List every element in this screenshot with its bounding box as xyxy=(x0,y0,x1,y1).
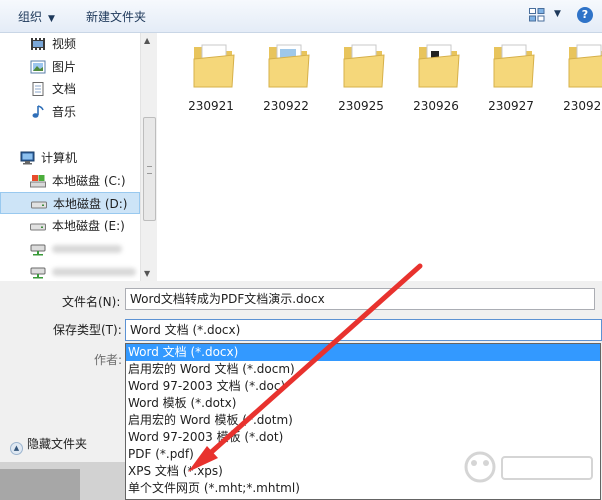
network-drive-icon xyxy=(30,244,46,256)
new-folder-button[interactable]: 新建文件夹 xyxy=(86,8,146,25)
nav-item-drive-e[interactable]: 本地磁盘 (E:) xyxy=(0,215,140,237)
nav-item-label: 本地磁盘 (C:) xyxy=(52,174,126,188)
nav-scrollbar[interactable]: ▲ ▼ xyxy=(140,33,157,281)
background-strip xyxy=(0,469,80,500)
view-options-icon[interactable] xyxy=(529,8,545,22)
scroll-thumb[interactable] xyxy=(143,117,156,221)
file-type-label: 保存类型(T): xyxy=(53,323,122,337)
nav-item-computer[interactable]: 计算机 xyxy=(0,147,140,169)
navigation-pane: 视频 图片 文档 音乐 计算机 本地磁盘 (C:) 本地磁盘 (D:) 本地磁盘… xyxy=(0,33,140,281)
folder-item[interactable]: 230925 xyxy=(328,41,394,121)
redacted-label xyxy=(52,245,122,253)
author-label: 作者: xyxy=(94,353,123,367)
chevron-up-icon: ▲ xyxy=(10,442,23,455)
scroll-up-icon[interactable]: ▲ xyxy=(144,36,150,45)
chevron-down-icon: ▼ xyxy=(48,14,55,24)
nav-item-label: 视频 xyxy=(52,37,77,51)
system-drive-icon xyxy=(30,175,46,188)
nav-item-music[interactable]: 音乐 xyxy=(0,101,140,123)
nav-item-documents[interactable]: 文档 xyxy=(0,78,140,100)
file-type-option[interactable]: Word 97-2003 模板 (*.dot) xyxy=(126,429,600,446)
hide-folders-button[interactable]: ▲ 隐藏文件夹 xyxy=(10,435,87,455)
folder-icon xyxy=(493,44,535,88)
file-type-option[interactable]: 启用宏的 Word 文档 (*.docm) xyxy=(126,361,600,378)
nav-item-drive-d[interactable]: 本地磁盘 (D:) xyxy=(0,192,140,214)
picture-icon xyxy=(30,60,46,74)
organize-button[interactable]: 组织 ▼ xyxy=(18,8,55,25)
folder-name: 230928 xyxy=(563,99,602,113)
folder-name: 230926 xyxy=(413,99,459,113)
folder-name: 230921 xyxy=(188,99,234,113)
file-type-select[interactable]: Word 文档 (*.docx) xyxy=(125,319,602,341)
view-chevron-down-icon[interactable]: ▼ xyxy=(554,9,561,19)
folder-icon xyxy=(418,44,460,88)
file-type-option[interactable]: Word 文档 (*.docx) xyxy=(126,344,600,361)
nav-item-pictures[interactable]: 图片 xyxy=(0,56,140,78)
folder-item[interactable]: 230928 xyxy=(553,41,602,121)
folder-icon xyxy=(268,44,310,88)
hide-folders-label: 隐藏文件夹 xyxy=(27,437,88,451)
computer-icon xyxy=(20,151,35,165)
folder-name: 230927 xyxy=(488,99,534,113)
watermark-logo xyxy=(464,451,593,483)
folder-name: 230925 xyxy=(338,99,384,113)
folder-item[interactable]: 230921 xyxy=(178,41,244,121)
grip-icon xyxy=(147,166,152,174)
folder-icon xyxy=(193,44,235,88)
organize-label: 组织 xyxy=(18,10,43,24)
nav-item-network-drive[interactable] xyxy=(0,261,140,283)
folder-icon xyxy=(568,44,602,88)
scroll-down-icon[interactable]: ▼ xyxy=(144,269,150,278)
file-name-input[interactable]: Word文档转成为PDF文档演示.docx xyxy=(125,288,595,310)
file-type-option[interactable]: Word 模板 (*.dotx) xyxy=(126,395,600,412)
nav-item-label: 图片 xyxy=(52,60,77,74)
nav-item-label: 本地磁盘 (E:) xyxy=(52,219,125,233)
drive-icon xyxy=(30,223,46,231)
document-icon xyxy=(32,82,44,96)
file-type-option[interactable]: Word 97-2003 文档 (*.doc) xyxy=(126,378,600,395)
folder-icon xyxy=(343,44,385,88)
folder-item[interactable]: 230926 xyxy=(403,41,469,121)
music-icon xyxy=(32,105,44,118)
video-icon xyxy=(31,38,45,50)
file-type-option[interactable]: 启用宏的 Word 模板 (*.dotm) xyxy=(126,412,600,429)
redacted-label xyxy=(52,268,136,276)
toolbar: 组织 ▼ 新建文件夹 ▼ ? xyxy=(0,0,602,33)
file-list: 230921 230922 230925 230926 230927 23092 xyxy=(157,33,602,281)
nav-item-network-drive[interactable] xyxy=(0,238,140,260)
nav-item-label: 文档 xyxy=(52,82,77,96)
drive-icon xyxy=(31,201,47,209)
network-drive-icon xyxy=(30,267,46,279)
file-name-label: 文件名(N): xyxy=(62,295,121,309)
folder-item[interactable]: 230927 xyxy=(478,41,544,121)
nav-item-label: 本地磁盘 (D:) xyxy=(53,197,128,211)
nav-item-video[interactable]: 视频 xyxy=(0,33,140,55)
help-icon[interactable]: ? xyxy=(577,7,593,23)
nav-item-drive-c[interactable]: 本地磁盘 (C:) xyxy=(0,170,140,192)
nav-item-label: 音乐 xyxy=(52,105,77,119)
folder-name: 230922 xyxy=(263,99,309,113)
nav-item-label: 计算机 xyxy=(41,151,78,165)
folder-item[interactable]: 230922 xyxy=(253,41,319,121)
